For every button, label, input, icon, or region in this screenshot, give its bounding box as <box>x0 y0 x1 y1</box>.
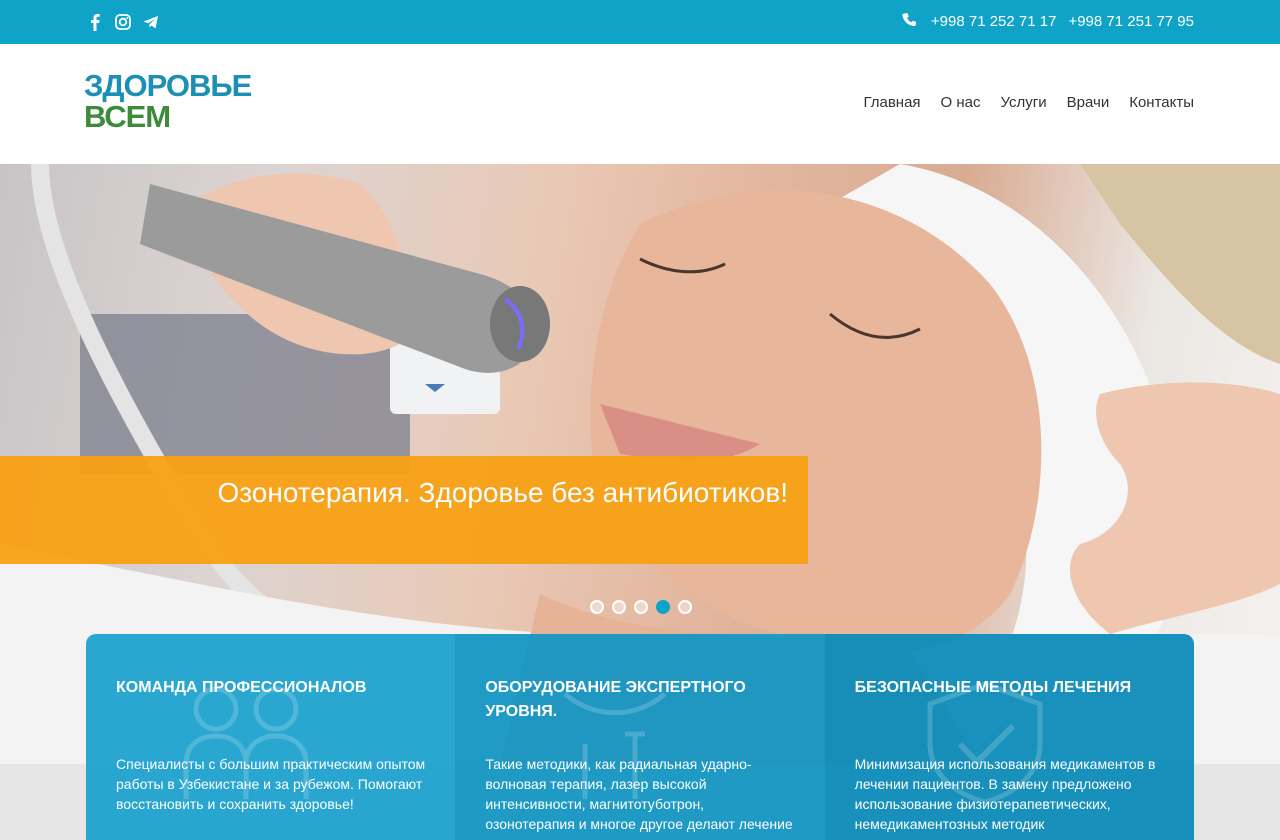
phone-number-2[interactable]: +998 71 251 77 95 <box>1068 13 1194 30</box>
nav-item-services[interactable]: Услуги <box>1001 94 1047 111</box>
hero-banner: Озонотерапия. Здоровье без антибиотиков! <box>0 456 808 564</box>
site-header: ЗДОРОВЬЕ ВСЕМ Главная О нас Услуги Врачи… <box>0 44 1280 164</box>
feature-title: ОБОРУДОВАНИЕ ЭКСПЕРТНОГО УРОВНЯ. <box>485 679 746 720</box>
slider-dot-5[interactable] <box>678 600 692 614</box>
social-links <box>86 12 160 32</box>
nav-item-contacts[interactable]: Контакты <box>1129 94 1194 111</box>
feature-card-safety: БЕЗОПАСНЫЕ МЕТОДЫ ЛЕЧЕНИЯ Минимизация ис… <box>824 634 1194 840</box>
feature-card-team: КОМАНДА ПРОФЕССИОНАЛОВ Специалисты с бол… <box>86 634 456 840</box>
slider-dot-1[interactable] <box>590 600 604 614</box>
facebook-icon[interactable] <box>86 12 104 32</box>
hero-banner-title: Озонотерапия. Здоровье без антибиотиков! <box>217 477 788 508</box>
top-bar: +998 71 252 71 17 +998 71 251 77 95 <box>0 0 1280 44</box>
phone-icon <box>902 13 917 27</box>
feature-text: Минимизация использования медикаментов в… <box>854 756 1156 832</box>
features-block: КОМАНДА ПРОФЕССИОНАЛОВ Специалисты с бол… <box>86 634 1194 840</box>
nav-item-doctors[interactable]: Врачи <box>1067 94 1110 111</box>
nav-item-about[interactable]: О нас <box>941 94 981 111</box>
feature-text: Такие методики, как радиальная ударно-во… <box>485 756 793 832</box>
feature-text: Специалисты с большим практическим опыто… <box>116 756 426 812</box>
phone-number-1[interactable]: +998 71 252 71 17 <box>931 13 1057 30</box>
feature-title: КОМАНДА ПРОФЕССИОНАЛОВ <box>116 679 367 696</box>
main-nav: Главная О нас Услуги Врачи Контакты <box>863 94 1194 111</box>
logo-line-1: ЗДОРОВЬЕ <box>84 68 252 103</box>
slider-dot-4[interactable] <box>656 600 670 614</box>
logo-line-2: ВСЕМ <box>84 99 171 134</box>
telegram-icon[interactable] <box>142 12 160 32</box>
phone-block: +998 71 252 71 17 +998 71 251 77 95 <box>901 12 1194 30</box>
feature-title: БЕЗОПАСНЫЕ МЕТОДЫ ЛЕЧЕНИЯ <box>854 679 1132 696</box>
slider-dot-2[interactable] <box>612 600 626 614</box>
instagram-icon[interactable] <box>114 12 132 32</box>
site-logo[interactable]: ЗДОРОВЬЕ ВСЕМ <box>84 68 252 134</box>
nav-item-home[interactable]: Главная <box>863 94 920 111</box>
slider-dot-3[interactable] <box>634 600 648 614</box>
slider-dots <box>590 600 692 614</box>
feature-card-equipment: ОБОРУДОВАНИЕ ЭКСПЕРТНОГО УРОВНЯ. Такие м… <box>455 634 825 840</box>
